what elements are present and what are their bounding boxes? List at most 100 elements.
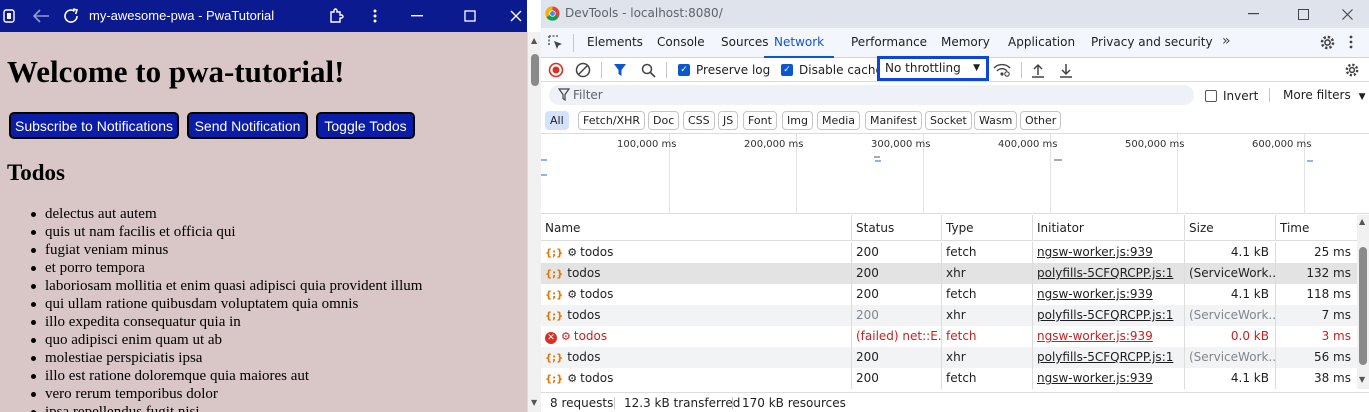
inspect-element-icon[interactable]	[548, 35, 564, 54]
request-size: (ServiceWork...	[1185, 305, 1276, 326]
scroll-up-arrow-icon[interactable]: ▲	[1359, 217, 1365, 226]
todo-list: delectus aut autem quis ut nam facilis e…	[30, 205, 422, 412]
chip-doc[interactable]: Doc	[648, 111, 680, 130]
app-scrollbar[interactable]: ▲ ▼	[527, 32, 541, 412]
todo-item: ipsa repellendus fugit nisi	[30, 403, 422, 412]
fetch-request-icon: {;}	[545, 374, 564, 385]
network-overview-timeline[interactable]: 100,000 ms 200,000 ms 300,000 ms 400,000…	[541, 134, 1369, 214]
todos-heading: Todos	[7, 160, 65, 185]
table-row[interactable]: {;} todos 200 xhr polyfills-5CFQRCPP.js:1…	[541, 305, 1357, 326]
initiator-link[interactable]: ngsw-worker.js:939	[1033, 368, 1185, 389]
table-scrollbar[interactable]: ▲ ▼	[1357, 215, 1369, 389]
tab-network[interactable]: Network	[764, 28, 835, 58]
request-type: xhr	[942, 263, 1033, 284]
chip-wasm[interactable]: Wasm	[974, 111, 1018, 130]
chip-js[interactable]: JS	[718, 111, 739, 130]
tab-console[interactable]: Console	[657, 28, 705, 58]
chip-socket[interactable]: Socket	[925, 111, 972, 130]
throttling-select-value: No throttling	[885, 61, 961, 75]
scroll-down-arrow-icon[interactable]: ▼	[531, 398, 537, 407]
table-row[interactable]: {;} todos 200 xhr polyfills-5CFQRCPP.js:1…	[541, 263, 1357, 284]
devtools-menu-icon[interactable]	[1349, 35, 1353, 52]
column-header-name[interactable]: Name	[541, 215, 852, 241]
more-tabs-chevron-icon[interactable]: »	[1222, 28, 1231, 54]
column-header-time[interactable]: Time	[1276, 215, 1357, 241]
preserve-log-checkbox[interactable]: ✓ Preserve log	[678, 58, 770, 82]
devtools-title: DevTools - localhost:8080/	[565, 6, 723, 20]
request-time: 56 ms	[1313, 350, 1351, 364]
subscribe-notifications-button[interactable]: Subscribe to Notifications	[9, 112, 179, 139]
more-menu-icon[interactable]	[364, 0, 386, 32]
throttling-select[interactable]: No throttling ▼	[877, 56, 989, 81]
tab-performance[interactable]: Performance	[851, 28, 927, 58]
close-icon[interactable]	[505, 0, 527, 32]
chip-font[interactable]: Font	[743, 111, 777, 130]
table-row[interactable]: {;} todos 200 xhr polyfills-5CFQRCPP.js:1…	[541, 347, 1357, 368]
request-name: todos	[580, 371, 614, 385]
chip-other[interactable]: Other	[1020, 111, 1062, 130]
tab-memory[interactable]: Memory	[941, 28, 990, 58]
fetch-request-icon: {;}	[545, 311, 564, 322]
send-notification-button[interactable]: Send Notification	[187, 112, 308, 139]
chip-media[interactable]: Media	[817, 111, 861, 130]
table-row[interactable]: {;} ⚙ todos 200 fetch ngsw-worker.js:939 4…	[541, 242, 1357, 263]
toggle-todos-button[interactable]: Toggle Todos	[316, 112, 415, 139]
preserve-log-label: Preserve log	[696, 63, 771, 77]
initiator-link[interactable]: polyfills-5CFQRCPP.js:1	[1033, 305, 1185, 326]
chip-all[interactable]: All	[545, 111, 569, 130]
column-header-status[interactable]: Status	[852, 215, 942, 241]
tab-elements[interactable]: Elements	[587, 28, 643, 58]
minimize-icon[interactable]	[406, 0, 428, 32]
table-row[interactable]: {;} ⚙ todos 200 fetch ngsw-worker.js:939 4…	[541, 284, 1357, 305]
more-filters-dropdown[interactable]: More filters ▼	[1283, 82, 1365, 110]
extensions-icon[interactable]	[324, 0, 348, 32]
maximize-icon[interactable]	[1280, 0, 1326, 28]
tab-sources[interactable]: Sources	[721, 28, 768, 58]
request-time: 25 ms	[1313, 245, 1351, 259]
filter-input[interactable]: Filter	[549, 85, 1194, 105]
back-arrow-icon[interactable]	[28, 0, 54, 32]
column-header-type[interactable]: Type	[942, 215, 1033, 241]
maximize-icon[interactable]	[459, 0, 481, 32]
table-row[interactable]: {;} ⚙ todos 200 fetch ngsw-worker.js:939 4…	[541, 368, 1357, 389]
close-icon[interactable]	[1324, 0, 1369, 28]
timeline-request-mark	[875, 160, 881, 162]
record-stop-icon[interactable]	[548, 58, 564, 82]
chip-fetch-xhr[interactable]: Fetch/XHR	[578, 111, 645, 130]
table-row[interactable]: ✕ ⚙ todos (failed) net::E... fetch ngsw-wo…	[541, 326, 1357, 347]
fetch-request-icon: {;}	[545, 269, 564, 280]
search-icon[interactable]	[641, 58, 656, 82]
request-time: 38 ms	[1313, 371, 1351, 385]
chip-img[interactable]: Img	[782, 111, 813, 130]
scroll-down-arrow-icon[interactable]: ▼	[1359, 375, 1365, 384]
initiator-link[interactable]: polyfills-5CFQRCPP.js:1	[1033, 347, 1185, 368]
import-har-icon[interactable]	[1031, 58, 1045, 82]
tab-privacy-and-security[interactable]: Privacy and security	[1091, 28, 1213, 58]
column-header-size[interactable]: Size	[1185, 215, 1276, 241]
initiator-link[interactable]: polyfills-5CFQRCPP.js:1	[1033, 263, 1185, 284]
table-scroll-thumb[interactable]	[1359, 247, 1367, 365]
disable-cache-checkbox[interactable]: ✓ Disable cache	[781, 58, 883, 82]
network-settings-gear-icon[interactable]	[1344, 58, 1360, 82]
tab-application[interactable]: Application	[1008, 28, 1075, 58]
initiator-link[interactable]: ngsw-worker.js:939	[1033, 326, 1185, 347]
network-conditions-icon[interactable]	[993, 58, 1011, 82]
app-scroll-thumb[interactable]	[531, 54, 539, 86]
fetch-request-icon: {;}	[545, 290, 564, 301]
chip-css[interactable]: CSS	[683, 111, 715, 130]
column-header-initiator[interactable]: Initiator	[1033, 215, 1185, 241]
clear-icon[interactable]	[575, 58, 591, 82]
minimize-icon[interactable]	[1230, 0, 1276, 28]
settings-gear-icon[interactable]	[1319, 34, 1336, 54]
invert-checkbox[interactable]: Invert	[1205, 89, 1258, 103]
initiator-link[interactable]: ngsw-worker.js:939	[1033, 242, 1185, 263]
chip-manifest[interactable]: Manifest	[865, 111, 922, 130]
initiator-link[interactable]: ngsw-worker.js:939	[1033, 284, 1185, 305]
filter-funnel-icon[interactable]	[613, 58, 627, 82]
app-window-title: my-awesome-pwa - PwaTutorial	[89, 8, 275, 23]
scroll-up-arrow-icon[interactable]: ▲	[531, 36, 537, 45]
export-har-icon[interactable]	[1059, 58, 1073, 82]
todo-item: qui ullam ratione quibusdam voluptatem q…	[30, 295, 422, 313]
devtools-window: DevTools - localhost:8080/ Elements Cons…	[541, 0, 1369, 412]
reload-icon[interactable]	[58, 0, 84, 32]
